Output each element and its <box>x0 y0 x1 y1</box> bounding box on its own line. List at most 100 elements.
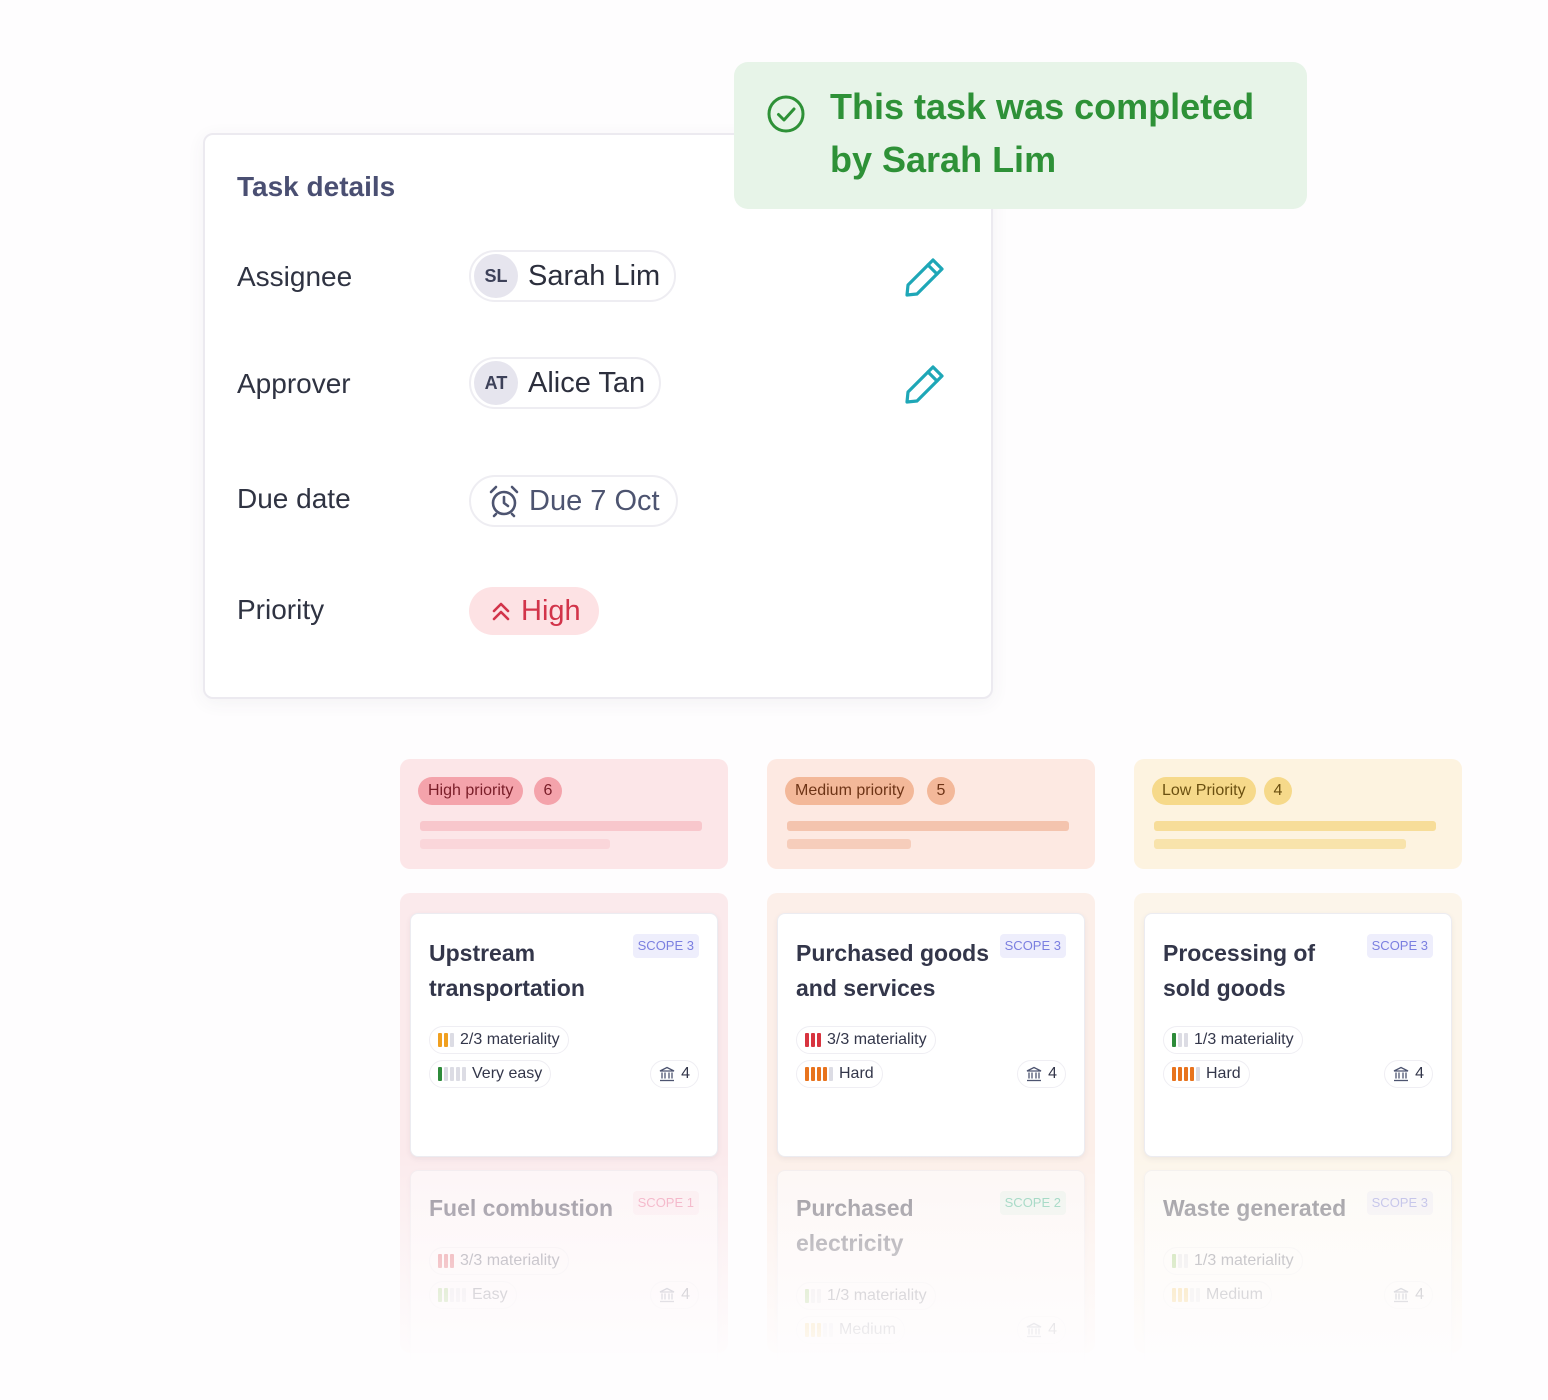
task-card-purchased-electricity[interactable]: Purchased electricity SCOPE 2 1/3 materi… <box>777 1170 1085 1372</box>
column-header-medium: Medium priority 5 <box>767 759 1095 869</box>
priority-value: High <box>521 594 581 627</box>
task-card-purchased-goods[interactable]: Purchased goods and services SCOPE 3 3/3… <box>777 913 1085 1157</box>
due-date-pill[interactable]: Due 7 Oct <box>469 475 678 527</box>
materiality-pill: 1/3 materiality <box>796 1282 936 1310</box>
scope-badge: SCOPE 2 <box>999 1191 1066 1215</box>
materiality-bars-icon <box>1172 1254 1188 1268</box>
task-card-fuel-combustion[interactable]: Fuel combustion SCOPE 1 3/3 materiality … <box>410 1170 718 1372</box>
materiality-pill: 1/3 materiality <box>1163 1247 1303 1275</box>
difficulty-text: Medium <box>839 1321 896 1338</box>
due-date-label: Due date <box>237 483 351 514</box>
bank-icon <box>1026 1322 1042 1338</box>
difficulty-pill: Medium <box>796 1316 905 1344</box>
materiality-bars-icon <box>438 1254 454 1268</box>
assignee-name: Sarah Lim <box>528 259 661 292</box>
bank-icon <box>1393 1066 1409 1082</box>
skeleton-line <box>1154 839 1406 849</box>
approver-name: Alice Tan <box>528 366 646 399</box>
check-circle-icon <box>767 95 805 133</box>
skeleton-line <box>1154 821 1436 831</box>
assignee-avatar: SL <box>474 254 518 298</box>
org-count: 4 <box>1384 1281 1433 1309</box>
materiality-text: 3/3 materiality <box>460 1252 560 1269</box>
column-label-low[interactable]: Low Priority <box>1152 777 1256 805</box>
org-count-value: 4 <box>681 1065 690 1082</box>
difficulty-text: Medium <box>1206 1286 1263 1303</box>
bank-icon <box>1026 1066 1042 1082</box>
column-count-low: 4 <box>1264 777 1292 805</box>
skeleton-line <box>787 839 911 849</box>
org-count-value: 4 <box>1415 1286 1424 1303</box>
scope-badge: SCOPE 3 <box>1366 1191 1433 1215</box>
materiality-pill: 1/3 materiality <box>1163 1026 1303 1054</box>
bank-icon <box>659 1066 675 1082</box>
materiality-text: 1/3 materiality <box>1194 1031 1294 1048</box>
bank-icon <box>1393 1287 1409 1303</box>
approver-avatar: AT <box>474 361 518 405</box>
difficulty-pill: Hard <box>1163 1060 1250 1088</box>
difficulty-text: Very easy <box>472 1065 543 1082</box>
materiality-bars-icon <box>805 1289 821 1303</box>
priority-label: Priority <box>237 594 325 625</box>
edit-approver-pencil-icon[interactable] <box>903 362 947 406</box>
difficulty-bars-icon <box>1172 1067 1200 1081</box>
org-count-value: 4 <box>1048 1321 1057 1338</box>
scope-badge: SCOPE 1 <box>632 1191 699 1215</box>
materiality-pill: 3/3 materiality <box>429 1247 569 1275</box>
column-count-high: 6 <box>534 777 562 805</box>
column-body-low: Processing of sold goods SCOPE 3 1/3 mat… <box>1134 893 1462 1372</box>
difficulty-bars-icon <box>805 1323 833 1337</box>
org-count: 4 <box>1384 1060 1433 1088</box>
skeleton-line <box>420 821 702 831</box>
difficulty-pill: Hard <box>796 1060 883 1088</box>
task-details-title: Task details <box>237 171 396 202</box>
difficulty-text: Easy <box>472 1286 508 1303</box>
task-card-waste-generated[interactable]: Waste generated SCOPE 3 1/3 materiality … <box>1144 1170 1452 1372</box>
task-card-title: Upstream transportation <box>429 940 585 1001</box>
task-card-title: Purchased electricity <box>796 1195 914 1256</box>
bank-icon <box>659 1287 675 1303</box>
materiality-text: 3/3 materiality <box>827 1031 927 1048</box>
materiality-text: 1/3 materiality <box>827 1287 927 1304</box>
org-count-value: 4 <box>1048 1065 1057 1082</box>
materiality-pill: 2/3 materiality <box>429 1026 569 1054</box>
difficulty-pill: Easy <box>429 1281 517 1309</box>
double-chevron-up-icon <box>492 602 510 621</box>
task-card-title: Fuel combustion <box>429 1195 613 1221</box>
scope-badge: SCOPE 3 <box>1366 934 1433 958</box>
difficulty-text: Hard <box>839 1065 874 1082</box>
assignee-pill[interactable]: SL Sarah Lim <box>469 250 677 302</box>
priority-pill[interactable]: High <box>469 587 599 635</box>
difficulty-pill: Medium <box>1163 1281 1272 1309</box>
materiality-bars-icon <box>1172 1033 1188 1047</box>
task-card-title: Processing of sold goods <box>1163 940 1316 1001</box>
org-count: 4 <box>650 1281 699 1309</box>
org-count: 4 <box>1017 1060 1066 1088</box>
materiality-text: 2/3 materiality <box>460 1031 560 1048</box>
materiality-bars-icon <box>805 1033 821 1047</box>
skeleton-line <box>787 821 1069 831</box>
column-header-high: High priority 6 <box>400 759 728 869</box>
edit-assignee-pencil-icon[interactable] <box>903 255 947 299</box>
column-header-low: Low Priority 4 <box>1134 759 1462 869</box>
column-label-medium[interactable]: Medium priority <box>785 777 915 805</box>
task-details-card: Task details Assignee SL Sarah Lim Appro… <box>203 133 993 699</box>
approver-label: Approver <box>237 368 351 399</box>
org-count-value: 4 <box>681 1286 690 1303</box>
task-card-processing-of-sold-goods[interactable]: Processing of sold goods SCOPE 3 1/3 mat… <box>1144 913 1452 1157</box>
org-count: 4 <box>1017 1316 1066 1344</box>
scope-badge: SCOPE 3 <box>632 934 699 958</box>
column-body-high: Upstream transportation SCOPE 3 2/3 mate… <box>400 893 728 1372</box>
task-card-upstream-transportation[interactable]: Upstream transportation SCOPE 3 2/3 mate… <box>410 913 718 1157</box>
materiality-pill: 3/3 materiality <box>796 1026 936 1054</box>
scope-badge: SCOPE 3 <box>999 934 1066 958</box>
column-label-high[interactable]: High priority <box>418 777 524 805</box>
difficulty-pill: Very easy <box>429 1060 552 1088</box>
completion-banner: This task was completed by Sarah Lim <box>734 62 1307 209</box>
column-body-medium: Purchased goods and services SCOPE 3 3/3… <box>767 893 1095 1372</box>
task-card-title: Waste generated <box>1163 1195 1347 1221</box>
approver-pill[interactable]: AT Alice Tan <box>469 357 662 409</box>
difficulty-text: Hard <box>1206 1065 1241 1082</box>
difficulty-bars-icon <box>438 1067 466 1081</box>
materiality-bars-icon <box>438 1033 454 1047</box>
